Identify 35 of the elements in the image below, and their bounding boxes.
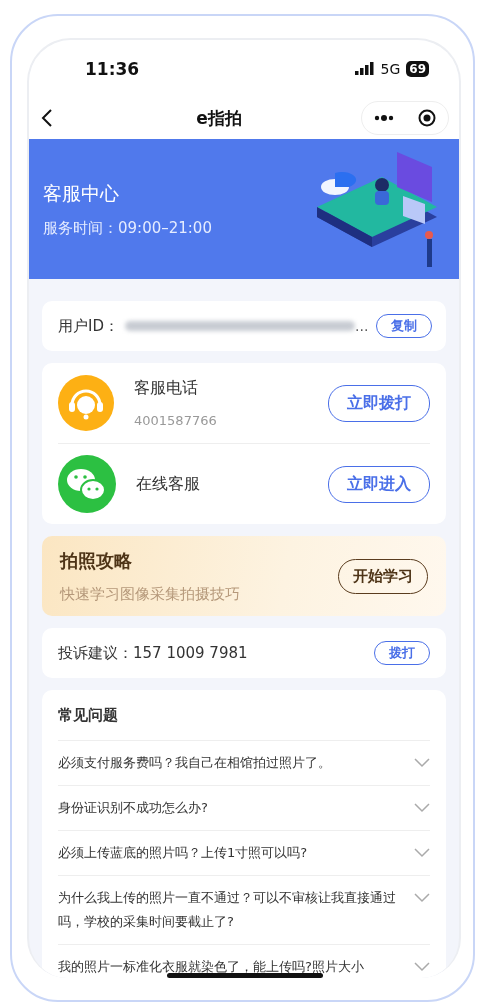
banner-title: 客服中心 (43, 180, 120, 206)
contact-button[interactable]: 立即进入 (328, 465, 430, 503)
user-id-label: 用户ID： (58, 316, 119, 336)
headset-agent-icon (58, 375, 114, 431)
chat-bubbles-icon (58, 455, 116, 513)
contact-title: 客服电话 (134, 378, 199, 399)
faq-question[interactable]: 我的照片一标准化衣服就染色了，能上传吗?照片大小 (58, 955, 364, 978)
more-icon[interactable] (374, 115, 394, 121)
faq-title: 常见问题 (58, 704, 119, 726)
contact-button[interactable]: 立即拨打 (328, 384, 430, 422)
chevron-icon[interactable] (414, 962, 430, 972)
status-time: 11:36 (85, 58, 140, 79)
call-button[interactable]: 拨打 (374, 641, 430, 665)
ellipsis: ... (355, 318, 369, 334)
page-title: e指拍 (196, 106, 242, 130)
copy-button[interactable]: 复制 (376, 314, 433, 338)
chevron-icon[interactable] (414, 758, 430, 768)
contact-title: 在线客服 (136, 473, 201, 495)
network-type: 5G (380, 60, 401, 77)
chevron-icon[interactable] (414, 848, 430, 858)
close-target-icon[interactable] (418, 109, 436, 127)
faq-question[interactable]: 身份证识别不成功怎么办? (58, 796, 208, 820)
guide-title: 拍照攻略 (60, 548, 133, 573)
faq-question[interactable]: 必须上传蓝底的照片吗？上传1寸照可以吗? (58, 841, 308, 865)
chevron-icon[interactable] (414, 803, 430, 813)
chevron-icon[interactable] (414, 893, 430, 903)
guide-subtitle: 快速学习图像采集拍摄技巧 (60, 584, 240, 604)
battery-level: 69 (406, 60, 429, 77)
service-hours: 服务时间：09:00–21:00 (43, 218, 212, 238)
contact-number: 4001587766 (134, 413, 218, 428)
back-icon[interactable] (41, 108, 53, 128)
complaint-text: 投诉建议：157 1009 7981 (58, 643, 248, 663)
signal-icon (354, 62, 375, 75)
faq-question[interactable]: 为什么我上传的照片一直不通过？可以不审核让我直接通过吗，学校的采集时间要截止了? (58, 886, 406, 934)
faq-question[interactable]: 必须支付服务费吗？我自己在相馆拍过照片了。 (58, 751, 331, 775)
